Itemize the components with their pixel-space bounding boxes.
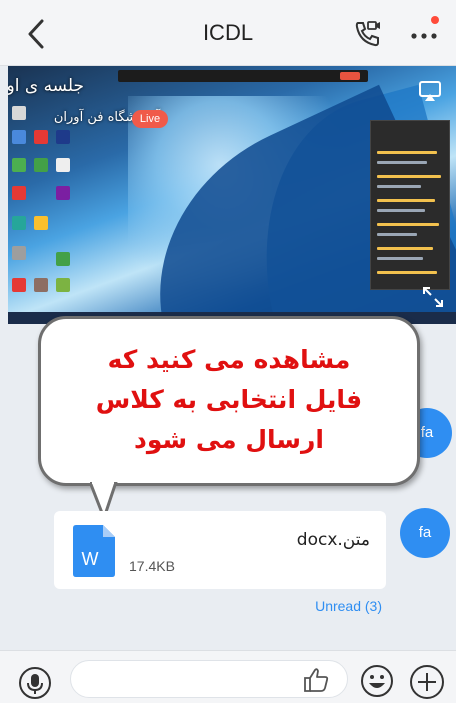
meeting-toolbar [118, 70, 368, 82]
desktop-icon [12, 278, 26, 292]
annotation-line: مشاهده می کنید که [107, 345, 351, 374]
desktop-icon [12, 106, 26, 120]
desktop-icon [56, 278, 70, 292]
word-document-icon: W [73, 525, 115, 577]
desktop-icon [34, 278, 48, 292]
file-name: متن.docx [296, 530, 370, 550]
annotation-line: ارسال می شود [134, 425, 324, 454]
desktop-icon [12, 186, 26, 200]
file-size: 17.4KB [129, 558, 175, 574]
screen-cast-icon[interactable] [418, 80, 442, 102]
stream-title: جلسه ی اول [8, 76, 84, 96]
desktop-icon [56, 252, 70, 266]
desktop-icon [12, 158, 26, 172]
video-phone-icon[interactable] [352, 18, 384, 50]
doc-icon-letter: W [82, 549, 99, 569]
smiley-icon[interactable] [360, 664, 394, 698]
desktop-icon [34, 130, 48, 144]
chat-title: ICDL [202, 20, 254, 45]
microphone-icon[interactable] [18, 666, 52, 700]
unread-status[interactable]: Unread (3) [315, 598, 382, 614]
desktop-icon [34, 158, 48, 172]
desktop-icon [12, 216, 26, 230]
notification-dot [431, 16, 439, 24]
desktop-icon [56, 130, 70, 144]
desktop-icon [12, 130, 26, 144]
live-badge: Live [132, 110, 168, 128]
live-stream-preview[interactable]: جلسه ی اول آموزشگاه فن آوران Live [8, 66, 456, 324]
annotation-line: فایل انتخابی به کلاس [95, 385, 363, 414]
desktop-icon [12, 246, 26, 260]
avatar[interactable]: fa [400, 508, 450, 558]
annotation-text: مشاهده می کنید که فایل انتخابی به کلاس ا… [48, 340, 410, 460]
thumbs-up-icon[interactable] [302, 666, 330, 694]
chat-header: ICDL [0, 0, 456, 66]
desktop-icon [56, 158, 70, 172]
plus-circle-icon[interactable] [409, 664, 445, 700]
meeting-chat-panel [370, 120, 450, 290]
expand-arrows-icon[interactable] [422, 286, 444, 308]
desktop-icon [56, 186, 70, 200]
desktop-icon [34, 216, 48, 230]
